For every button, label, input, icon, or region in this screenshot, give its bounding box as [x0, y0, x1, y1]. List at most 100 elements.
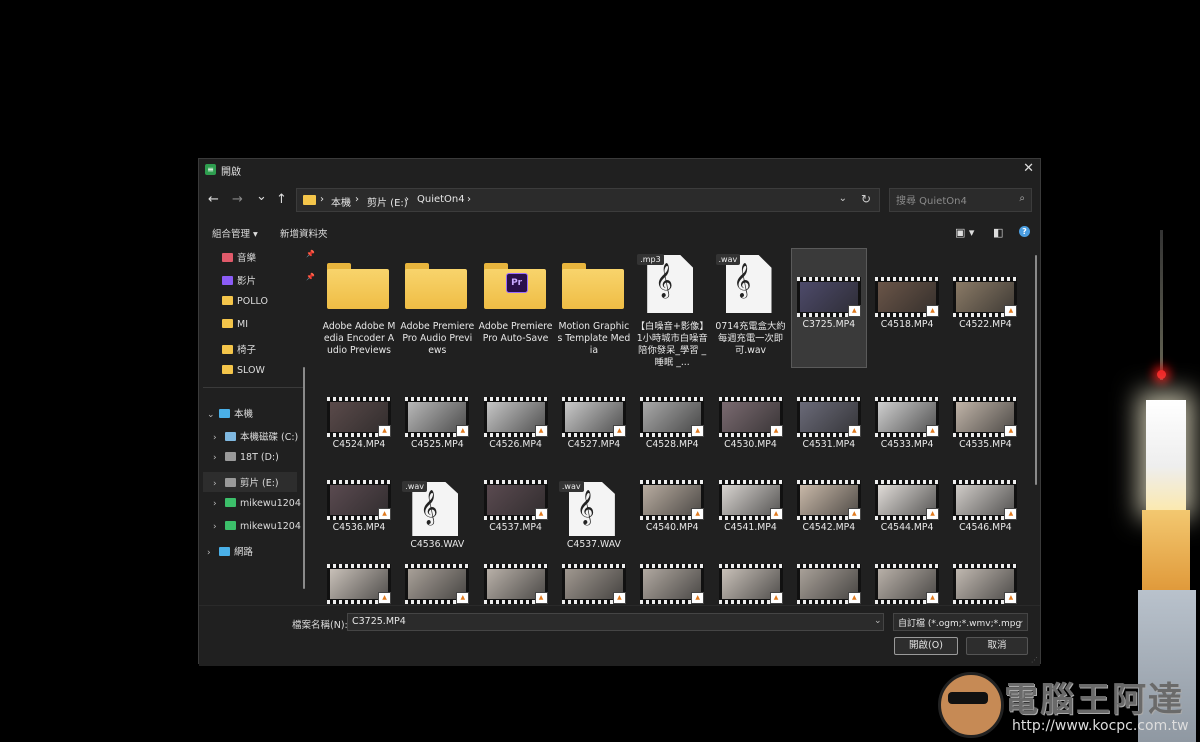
folder-icon [222, 365, 233, 374]
sidebar-scrollbar[interactable] [303, 367, 305, 589]
navigation-pane: 音樂 📌 影片 📌 POLLO MI 椅子 SLOW ⌄ 本機 › 本機磁碟 (C:) › 18T (D:… [199, 245, 315, 605]
chevron-right-icon[interactable]: › [213, 433, 225, 443]
file-item[interactable]: ▲ C4544.MP4 [870, 478, 944, 556]
chevron-right-icon[interactable]: › [213, 453, 225, 463]
tree-item[interactable]: ⌄ 本機 [203, 403, 297, 423]
help-icon[interactable]: ? [1019, 226, 1030, 237]
file-item[interactable]: 𝄞 .wav C4537.WAV [557, 478, 631, 556]
chevron-right-icon[interactable]: › [213, 499, 225, 509]
tree-item[interactable]: › 本機磁碟 (C:) [203, 426, 298, 446]
file-item[interactable]: ▲ C4542.MP4 [792, 478, 866, 556]
filename-dropdown-icon[interactable]: ⌄ [874, 616, 882, 626]
up-button[interactable]: ↑ [276, 192, 287, 207]
file-item[interactable]: ▲ C4540.MP4 [635, 478, 709, 556]
file-item[interactable]: ▲ [557, 562, 631, 605]
new-folder-button[interactable]: 新增資料夾 [280, 226, 328, 240]
file-item[interactable]: ▲ C4533.MP4 [870, 395, 944, 473]
file-item[interactable]: ▲ [635, 562, 709, 605]
file-item[interactable]: 𝄞 .mp3 【白噪音+影像】1小時城市白噪音陪你發呆_學習 _ 睡眠 _... [635, 249, 709, 368]
view-mode-icon[interactable]: ▣ ▾ [955, 226, 974, 239]
folder-item[interactable]: Adobe Premiere Pro Audio Previews [400, 249, 474, 367]
folder-item[interactable]: Adobe Adobe Media Encoder Audio Previews [322, 249, 396, 367]
file-item[interactable]: ▲ C4528.MP4 [635, 395, 709, 473]
tree-item[interactable]: › mikewu1204 [203, 518, 301, 538]
file-item[interactable]: ▲ C4541.MP4 [714, 478, 788, 556]
folder-icon [561, 263, 624, 309]
file-item[interactable]: ▲ [479, 562, 553, 605]
file-item[interactable]: ▲ C3725.MP4 [790, 248, 867, 368]
address-bar[interactable]: › 本機 › 剪片 (E:) › QuietOn4 › ⌄ ↻ [296, 188, 880, 212]
sidebar-item-pollo[interactable]: POLLO [222, 296, 268, 316]
file-item[interactable]: 𝄞 .wav 0714充電盒大約每週充電一次即可.wav [714, 249, 788, 367]
tree-item[interactable]: › mikewu1204 [203, 495, 301, 515]
filter-dropdown-icon[interactable]: ⌄ [1017, 616, 1025, 626]
file-item[interactable]: ▲ C4546.MP4 [948, 478, 1022, 556]
breadcrumb-drive-e[interactable]: 剪片 (E:) [367, 194, 408, 209]
refresh-icon[interactable]: ↻ [861, 192, 871, 206]
folder-icon: Pr [483, 263, 546, 309]
sidebar-item-mi[interactable]: MI [222, 319, 248, 339]
vlc-icon: ▲ [456, 425, 470, 437]
file-item[interactable]: ▲ C4518.MP4 [870, 249, 944, 367]
breadcrumb-this-pc[interactable]: 本機 [331, 194, 351, 209]
search-input[interactable] [894, 192, 1013, 210]
file-item[interactable]: ▲ C4522.MP4 [948, 249, 1022, 367]
file-item[interactable]: ▲ [792, 562, 866, 605]
vlc-icon: ▲ [456, 592, 470, 604]
file-name: Adobe Adobe Media Encoder Audio Previews [322, 321, 396, 356]
chevron-right-icon[interactable]: › [213, 522, 225, 532]
file-item[interactable]: ▲ [714, 562, 788, 605]
cancel-button[interactable]: 取消 [966, 637, 1028, 655]
file-item[interactable]: ▲ C4535.MP4 [948, 395, 1022, 473]
folder-icon [303, 195, 316, 205]
vlc-icon: ▲ [847, 425, 861, 437]
address-dropdown-icon[interactable]: ⌄ [839, 193, 847, 204]
close-button[interactable]: ✕ [1023, 161, 1034, 176]
file-item[interactable]: ▲ C4536.MP4 [322, 478, 396, 556]
file-item[interactable]: ▲ [948, 562, 1022, 605]
back-button[interactable]: ← [208, 192, 219, 207]
file-item[interactable]: ▲ C4537.MP4 [479, 478, 553, 556]
file-type-filter[interactable]: 自訂檔 (*.ogm;*.wmv;*.mpg [893, 613, 1028, 631]
chevron-right-icon[interactable]: › [213, 479, 225, 489]
organize-menu[interactable]: 組合管理 ▾ [212, 226, 258, 240]
chevron-down-icon[interactable]: ⌄ [207, 410, 219, 420]
filename-input[interactable]: C3725.MP4 [347, 613, 884, 631]
file-item[interactable]: ▲ C4530.MP4 [714, 395, 788, 473]
watermark: 電腦王阿達 http://www.kocpc.com.tw [930, 668, 1198, 740]
sidebar-item-椅子[interactable]: 椅子 [222, 342, 256, 362]
vlc-icon: ▲ [691, 425, 705, 437]
video-thumbnail: ▲ [640, 397, 705, 437]
file-item[interactable]: ▲ C4524.MP4 [322, 395, 396, 473]
file-item[interactable]: ▲ C4525.MP4 [400, 395, 474, 473]
sidebar-item-影片[interactable]: 影片 📌 [222, 273, 315, 293]
file-item[interactable]: ▲ C4531.MP4 [792, 395, 866, 473]
preview-pane-icon[interactable]: ◧ [993, 226, 1003, 239]
folder-item[interactable]: Pr Adobe Premiere Pro Auto-Save [479, 249, 553, 367]
chevron-right-icon[interactable]: › [207, 548, 219, 558]
command-bar: 組合管理 ▾ 新增資料夾 ▣ ▾ ◧ ? [199, 223, 1040, 243]
file-item[interactable]: ▲ [870, 562, 944, 605]
breadcrumb-separator: › [320, 194, 324, 205]
video-thumbnail: ▲ [718, 480, 783, 520]
tree-item[interactable]: › 剪片 (E:) [203, 472, 297, 492]
file-grid-scrollbar[interactable] [1035, 255, 1037, 485]
sidebar-item-音樂[interactable]: 音樂 📌 [222, 250, 315, 270]
tree-item[interactable]: › 18T (D:) [203, 449, 297, 469]
tree-item[interactable]: › 網路 [203, 541, 297, 561]
search-icon[interactable]: ⌕ [1019, 193, 1025, 204]
file-item[interactable]: ▲ [322, 562, 396, 605]
resize-grip-icon[interactable]: ⋰ [1031, 656, 1038, 664]
file-item[interactable]: ▲ C4527.MP4 [557, 395, 631, 473]
video-thumbnail: ▲ [953, 397, 1018, 437]
sidebar-item-slow[interactable]: SLOW [222, 365, 265, 385]
file-item[interactable]: ▲ C4526.MP4 [479, 395, 553, 473]
breadcrumb-quieton4[interactable]: QuietOn4 [417, 194, 465, 205]
recent-locations-button[interactable]: ⌄ [256, 189, 267, 204]
folder-item[interactable]: Motion Graphics Template Media [557, 249, 631, 367]
file-item[interactable]: ▲ [400, 562, 474, 605]
open-button[interactable]: 開啟(O) [894, 637, 958, 655]
forward-button[interactable]: → [232, 192, 243, 207]
file-item[interactable]: 𝄞 .wav C4536.WAV [400, 478, 474, 556]
search-box[interactable]: ⌕ [889, 188, 1032, 212]
